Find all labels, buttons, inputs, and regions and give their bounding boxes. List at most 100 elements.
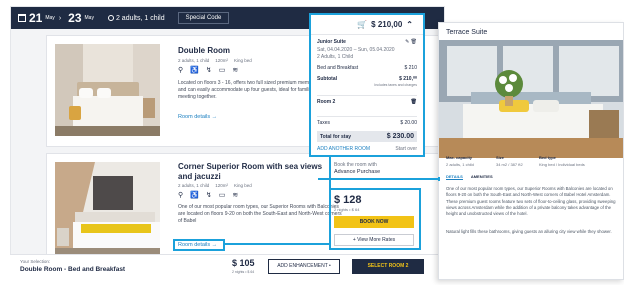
side-tabs: DETAILS AMENITIES — [446, 174, 493, 180]
spec-capacity: Max. capacity 2 adults, 1 child — [446, 155, 474, 167]
room1-guests-row: 2 Adults, 1 Child — [317, 54, 417, 60]
tab-details[interactable]: DETAILS — [446, 174, 463, 180]
subtotal-note: Includes taxes and charges — [374, 83, 417, 87]
bed-text: King bed — [234, 183, 252, 188]
spec-value: 2 adults, 1 child — [446, 162, 474, 167]
accessible-icon: ♿ — [190, 192, 199, 199]
arrow-icon: › — [58, 14, 62, 22]
special-code-button[interactable]: Special Code — [177, 12, 230, 24]
calendar-icon — [18, 14, 26, 22]
room1-title[interactable]: Junior Suite — [317, 39, 346, 45]
room1-guests: 2 Adults, 1 Child — [317, 54, 354, 60]
amenity-icons: ⚲ ♿ ↯ ▭ ≋ — [178, 66, 238, 74]
hairdryer-icon: ↯ — [205, 67, 212, 74]
best-rate-label: Book the room with — [334, 162, 377, 168]
taxes-row: Taxes $ 20.00 — [317, 116, 417, 126]
add-enhancement-button[interactable]: ADD ENHANCEMENT • — [268, 259, 340, 274]
chevron-up-icon: ⌃ — [406, 20, 413, 29]
room-details-link[interactable]: Room details → — [178, 114, 217, 120]
view-more-rates-button[interactable]: + View More Rates — [334, 234, 414, 246]
trash-icon[interactable]: 🗑 — [411, 99, 417, 105]
connector-line — [329, 157, 331, 245]
room-meta: 2 adults, 1 child 120m² King bed — [178, 58, 252, 63]
booking-summary-panel: 🛒 $ 210,00 ⌃ Junior Suite ✎ 🗑 Sat, 04.04… — [309, 13, 425, 157]
book-now-button[interactable]: BOOK NOW — [334, 216, 414, 228]
total-value: $ 230.00 — [386, 133, 414, 140]
capacity-text: 2 adults, 1 child — [178, 58, 210, 63]
family-icon: ⚲ — [178, 192, 184, 199]
panel-actions: ADD ANOTHER ROOM Start over — [317, 146, 417, 152]
room-meta: 2 adults, 1 child 120m² King bed — [178, 183, 252, 188]
checkout-month: May — [84, 14, 94, 21]
taxes-value: $ 20.00 — [400, 120, 417, 126]
bath-icon: ▭ — [218, 192, 226, 199]
guests-selector[interactable]: 2 adults, 1 child — [101, 7, 172, 29]
spec-label: Bed type — [539, 155, 556, 160]
subtotal-value: $ 210,⁰⁰ — [399, 76, 417, 82]
date-selector[interactable]: 21 May › 23 May — [11, 7, 101, 29]
side-description: One of our most popular room types, our … — [446, 186, 616, 217]
room-details-link[interactable]: Room details → — [178, 242, 217, 248]
size-text: 120m² — [215, 58, 229, 63]
room1-dates: Sat, 04.04.2020 – Sun, 05.04.2020 — [317, 47, 395, 53]
room-title: Double Room — [178, 46, 230, 55]
selection-bar: Your Selection: Double Room - Bed and Br… — [10, 254, 445, 278]
room1-plan: Bed and Breakfast — [317, 65, 359, 71]
connector-line — [225, 243, 331, 245]
summary-header-total: $ 210,00 — [371, 20, 403, 29]
room-description: One of our most popular room types, our … — [178, 204, 342, 224]
room2-title[interactable]: Room 2 — [317, 99, 335, 105]
tab-amenities[interactable]: AMENITIES — [471, 174, 493, 180]
cart-icon: 🛒 — [357, 20, 368, 29]
room1-plan-price: $ 210 — [404, 65, 417, 71]
add-another-room-button[interactable]: ADD ANOTHER ROOM — [317, 146, 370, 152]
total-row: Total for stay $ 230.00 — [317, 131, 417, 142]
selection-price: $ 105 — [232, 258, 255, 268]
subtotal-label: Subtotal — [317, 76, 337, 82]
checkin-month: May — [45, 14, 55, 21]
taxes-label: Taxes — [317, 120, 331, 126]
guests-label: 2 adults, 1 child — [115, 14, 165, 22]
room1-dates-row: Sat, 04.04.2020 – Sun, 05.04.2020 — [317, 47, 417, 53]
size-text: 120m² — [215, 183, 229, 188]
total-label: Total for stay — [320, 133, 352, 140]
amenity-icons: ⚲ ♿ ↯ ▭ ≋ — [178, 191, 238, 199]
summary-header[interactable]: 🛒 $ 210,00 ⌃ — [311, 15, 423, 35]
connector-line — [438, 177, 440, 181]
spec-bed: Bed type King bed / Individual beds — [539, 155, 585, 167]
wifi-icon: ≋ — [232, 67, 239, 74]
room-price-sub: 2 nights • $ 64 — [334, 207, 360, 212]
side-room-title: Terrace Suite — [446, 29, 488, 36]
room-photo[interactable] — [55, 44, 160, 136]
best-rate-value[interactable]: Advance Purchase — [334, 169, 380, 175]
start-over-button[interactable]: Start over — [395, 146, 417, 152]
room-photo[interactable] — [55, 162, 160, 254]
person-icon — [107, 15, 114, 21]
room1-header: Junior Suite ✎ 🗑 — [317, 39, 417, 45]
edit-icon[interactable]: ✎ 🗑 — [405, 39, 417, 45]
spec-size: Size 34 m2 / 387 ft2 — [496, 155, 523, 167]
wifi-icon: ≋ — [232, 192, 239, 199]
hairdryer-icon: ↯ — [205, 192, 212, 199]
selection-label: Your Selection: — [20, 259, 51, 264]
connector-line — [318, 178, 440, 180]
bed-text: King bed — [234, 58, 252, 63]
room1-plan-row: Bed and Breakfast $ 210 — [317, 65, 417, 71]
family-icon: ⚲ — [178, 67, 184, 74]
room-title: Corner Superior Room with sea views and … — [178, 162, 323, 181]
side-description-2: Natural light fills these bathrooms, giv… — [446, 229, 612, 234]
booking-page: 21 May › 23 May 2 adults, 1 child Specia… — [10, 6, 445, 278]
room-price: $ 128 — [334, 194, 362, 206]
selection-price-sub: 2 nights • $ 64 — [232, 270, 255, 274]
room2-header: Room 2 🗑 — [317, 95, 417, 105]
room-detail-panel: Terrace Suite Max. capacity 2 adults, 1 … — [438, 22, 624, 280]
bath-icon: ▭ — [218, 67, 226, 74]
selection-value: Double Room - Bed and Breakfast — [20, 266, 126, 273]
capacity-text: 2 adults, 1 child — [178, 183, 210, 188]
side-room-photo[interactable] — [439, 40, 623, 158]
select-room-button[interactable]: SELECT ROOM 2 — [352, 259, 424, 274]
subtotal-row: Subtotal $ 210,⁰⁰ — [317, 76, 417, 82]
accessible-icon: ♿ — [190, 67, 199, 74]
subtotal-note-row: Includes taxes and charges — [317, 83, 417, 87]
spec-value: King bed / Individual beds — [539, 162, 585, 167]
